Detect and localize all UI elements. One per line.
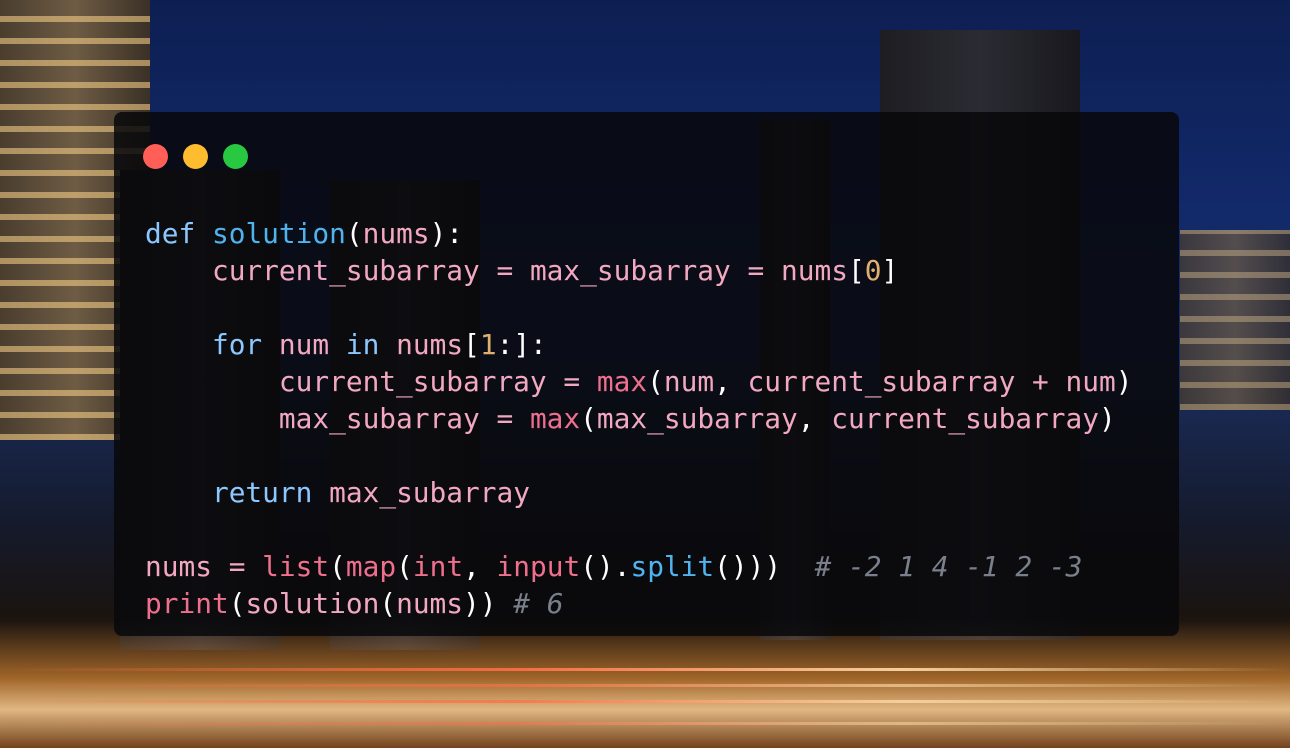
code-token: nums <box>362 217 430 250</box>
code-token: ) <box>1115 365 1133 398</box>
code-token: num <box>663 365 715 398</box>
code-token: current_subarray <box>831 402 1099 435</box>
zoom-dot-icon[interactable] <box>223 144 248 169</box>
code-token: = <box>730 254 781 287</box>
code-token: max_subarray <box>329 476 530 509</box>
background-building <box>1180 230 1290 410</box>
code-token: = <box>211 550 263 583</box>
code-token: (). <box>580 550 631 583</box>
code-token: current_subarray <box>278 365 547 398</box>
code-token: ( <box>647 365 664 398</box>
code-token: = <box>479 402 530 435</box>
code-token: return <box>211 476 313 509</box>
code-window: def solution(nums): current_subarray = m… <box>114 112 1179 636</box>
code-token: max <box>596 365 648 398</box>
code-token: , <box>797 402 832 435</box>
code-token: + <box>1015 365 1066 398</box>
code-token: ( <box>396 550 413 583</box>
code-token: ( <box>329 550 346 583</box>
code-token: nums <box>780 254 848 287</box>
code-line: current_subarray = max_subarray = nums[0… <box>145 252 1133 289</box>
code-token: solution <box>245 587 380 620</box>
code-token: ( <box>345 217 363 250</box>
code-token: # -2 1 4 -1 2 -3 <box>814 550 1083 583</box>
code-token: max_subarray <box>596 402 798 435</box>
code-token: = <box>546 365 597 398</box>
code-token: :]: <box>496 328 547 361</box>
code-token: map <box>345 550 397 583</box>
code-token: , <box>463 550 497 583</box>
code-line: nums = list(map(int, input().split())) #… <box>145 548 1133 585</box>
code-token: ) <box>1098 402 1116 435</box>
code-token: num <box>1065 365 1116 398</box>
code-token: max_subarray <box>529 254 731 287</box>
background-light-streak <box>0 668 1290 671</box>
background-light-streak <box>0 722 1290 725</box>
code-token: 0 <box>864 254 882 287</box>
code-token: max <box>529 402 581 435</box>
code-token: ( <box>580 402 597 435</box>
code-token: [ <box>463 328 480 361</box>
code-token: current_subarray <box>747 365 1016 398</box>
code-token: nums <box>396 328 464 361</box>
code-token: ( <box>228 587 246 620</box>
code-token: nums <box>396 587 464 620</box>
code-line: for num in nums[1:]: <box>145 326 1133 363</box>
code-token: ] <box>881 254 899 287</box>
minimize-dot-icon[interactable] <box>183 144 208 169</box>
code-token: list <box>262 550 330 583</box>
code-line: def solution(nums): <box>145 215 1133 252</box>
code-token: in <box>345 328 380 361</box>
code-token: solution <box>211 217 346 250</box>
code-token: ( <box>379 587 397 620</box>
code-token: ())) <box>714 550 782 583</box>
code-token: nums <box>145 550 212 583</box>
code-token: split <box>630 550 715 583</box>
code-token: input <box>496 550 581 583</box>
code-token: ): <box>429 217 464 250</box>
code-token: print <box>145 587 229 620</box>
code-token: current_subarray <box>211 254 480 287</box>
code-token: num <box>278 328 330 361</box>
code-token: # 6 <box>513 587 564 620</box>
code-token: for <box>211 328 263 361</box>
background-light-streak <box>0 684 1290 687</box>
background-light-streak <box>0 700 1290 703</box>
code-token: 1 <box>479 328 497 361</box>
code-line: current_subarray = max(num, current_suba… <box>145 363 1133 400</box>
code-line: print(solution(nums)) # 6 <box>145 585 1133 622</box>
code-token: = <box>479 254 530 287</box>
code-token: def <box>145 217 196 250</box>
code-line: max_subarray = max(max_subarray, current… <box>145 400 1133 437</box>
code-token: int <box>412 550 464 583</box>
code-block: def solution(nums): current_subarray = m… <box>145 215 1133 622</box>
code-token: [ <box>847 254 865 287</box>
window-controls <box>143 144 248 169</box>
code-token: , <box>714 365 748 398</box>
code-token: )) <box>463 587 497 620</box>
code-line: return max_subarray <box>145 474 1133 511</box>
close-dot-icon[interactable] <box>143 144 168 169</box>
code-token: max_subarray <box>278 402 480 435</box>
